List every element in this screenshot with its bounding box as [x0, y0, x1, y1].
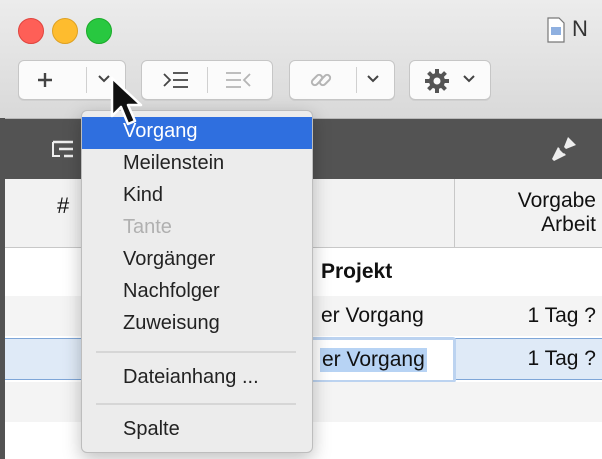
document-icon: [547, 17, 565, 43]
column-header-number[interactable]: #: [57, 193, 69, 219]
outline-filter-icon[interactable]: [51, 139, 79, 161]
task-name: er Vorgang: [321, 304, 424, 327]
menu-separator: [96, 403, 296, 405]
title-bar: N: [0, 0, 602, 119]
window-title: N: [572, 16, 588, 41]
menu-item-kind[interactable]: Kind: [82, 181, 312, 213]
link-button-group[interactable]: [289, 60, 395, 100]
menu-item-spalte[interactable]: Spalte: [82, 415, 312, 447]
task-name-edit-text: er Vorgang: [320, 348, 427, 372]
broom-icon[interactable]: [548, 133, 580, 165]
link-chevron-down-icon[interactable]: [366, 74, 380, 84]
indent-icon[interactable]: [162, 70, 190, 90]
action-menu-button[interactable]: [409, 60, 491, 100]
app-window: N # Vorgabe Arbeit Projekt er Vorgang 1 …: [0, 0, 602, 459]
menu-item-dateianhang[interactable]: Dateianhang ...: [82, 363, 312, 395]
task-work: 1 Tag ?: [527, 304, 596, 327]
task-name: Projekt: [321, 260, 393, 283]
menu-item-tante: Tante: [123, 216, 172, 238]
menu-separator: [96, 351, 296, 353]
menu-item-zuweisung[interactable]: Zuweisung: [82, 309, 312, 341]
indent-outdent-group: [141, 60, 273, 100]
column-divider[interactable]: [454, 179, 455, 247]
menu-item-meilenstein[interactable]: Meilenstein: [82, 149, 312, 181]
menu-item-nachfolger[interactable]: Nachfolger: [82, 277, 312, 309]
task-name-editor[interactable]: er Vorgang: [305, 337, 456, 383]
mouse-cursor-icon: [110, 76, 143, 126]
plus-icon: [38, 73, 52, 87]
link-icon: [310, 73, 332, 87]
gear-icon: [425, 69, 449, 93]
column-header-work[interactable]: Vorgabe Arbeit: [518, 189, 596, 237]
outdent-icon[interactable]: [224, 70, 252, 90]
gear-chevron-down-icon: [463, 75, 475, 83]
add-dropdown-menu: Vorgang Meilenstein Kind Tante Vorgänger…: [81, 110, 313, 453]
zoom-window-button[interactable]: [86, 18, 112, 44]
minimize-window-button[interactable]: [52, 18, 78, 44]
menu-item-vorgaenger[interactable]: Vorgänger: [82, 245, 312, 277]
task-work: 1 Tag ?: [527, 347, 596, 370]
close-window-button[interactable]: [18, 18, 44, 44]
